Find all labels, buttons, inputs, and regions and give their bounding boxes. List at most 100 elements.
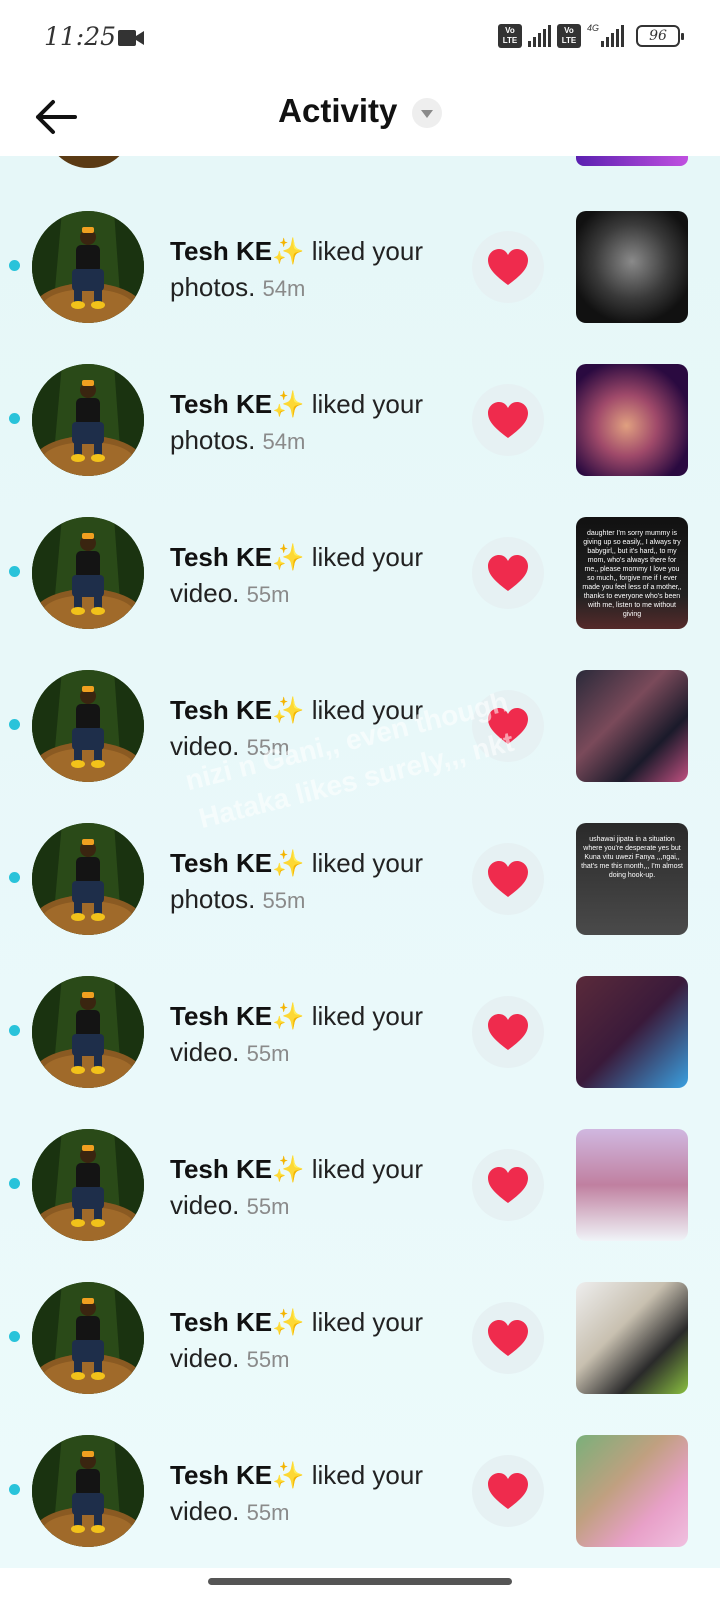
unread-dot [9,260,20,271]
avatar[interactable] [32,670,144,782]
avatar[interactable] [32,364,144,476]
action-text: liked your [311,236,423,266]
object-text: video. [170,1190,240,1220]
status-time: 11:25 [44,22,117,51]
post-thumbnail[interactable] [576,1129,688,1241]
timestamp: 55m [246,1347,290,1372]
avatar[interactable] [32,1282,144,1394]
post-thumbnail[interactable] [576,1282,688,1394]
avatar[interactable] [32,517,144,629]
user-name[interactable]: Tesh KE✨ [170,1154,304,1184]
heart-icon [488,555,528,591]
notification-text[interactable]: Tesh KE✨ liked your photos. 55m [170,845,460,919]
unread-dot [9,1331,20,1342]
object-text: video. [170,578,240,608]
action-text: liked your [311,1154,423,1184]
volte-icon-2: Vo LTE [556,24,581,48]
user-name[interactable]: Tesh KE✨ [170,1001,304,1031]
notification-row[interactable]: Tesh KE✨ liked your video. 55m daughter I'… [0,517,720,670]
notification-text[interactable]: Tesh KE✨ liked your video. 55m [170,1457,460,1531]
timestamp: 55m [246,1041,290,1066]
thumbnail-caption: ushawai jipata in a situation where you'… [581,836,683,879]
avatar[interactable] [32,1435,144,1547]
timestamp: 55m [246,1500,290,1525]
user-name[interactable]: Tesh KE✨ [170,389,304,419]
like-button[interactable] [472,1302,544,1374]
like-button[interactable] [472,843,544,915]
post-thumbnail[interactable]: daughter I'm sorry mummy is giving up so… [576,517,688,629]
object-text: photos. [170,425,256,455]
avatar[interactable] [32,823,144,935]
network-type: 4G [586,23,599,33]
object-text: photos. [170,272,256,302]
notification-text[interactable]: Tesh KE✨ liked your video. 55m [170,692,460,766]
unread-dot [9,719,20,730]
post-thumbnail[interactable] [576,156,688,166]
notification-text[interactable]: Tesh KE✨ liked your video. 55m [170,1304,460,1378]
notification-row[interactable]: Tesh KE✨ liked your photos. 54m [0,364,720,517]
notification-text[interactable]: Tesh KE✨ liked your video. 55m [170,998,460,1072]
user-name[interactable]: Tesh KE✨ [170,542,304,572]
like-button[interactable] [472,996,544,1068]
like-button[interactable] [472,537,544,609]
post-thumbnail[interactable]: ushawai jipata in a situation where you'… [576,823,688,935]
battery-icon: 96 [636,25,684,47]
notification-text[interactable]: Tesh KE✨ liked your photos. 54m [170,233,460,307]
volte-icon: Vo LTE [497,24,522,48]
action-text: liked your [311,542,423,572]
timestamp: 54m [262,276,306,301]
user-name[interactable]: Tesh KE✨ [170,695,304,725]
status-bar: 11:25 Vo LTE Vo LTE 4G 96 [0,0,720,78]
unread-dot [9,566,20,577]
avatar[interactable] [32,1129,144,1241]
title-dropdown-button[interactable] [411,98,442,128]
home-indicator[interactable] [208,1578,512,1585]
action-text: liked your [311,1460,423,1490]
avatar[interactable] [46,156,132,168]
notification-row[interactable]: Tesh KE✨ liked your photos. 55m ushawai ji… [0,823,720,976]
user-name[interactable]: Tesh KE✨ [170,1307,304,1337]
user-name[interactable]: Tesh KE✨ [170,236,304,266]
timestamp: 55m [246,1194,290,1219]
action-text: liked your [311,389,423,419]
post-thumbnail[interactable] [576,1435,688,1547]
object-text: video. [170,1037,240,1067]
notification-text[interactable]: Tesh KE✨ liked your video. 55m [170,1151,460,1225]
notification-row[interactable]: Tesh KE✨ liked your photos. 54m [0,211,720,364]
post-thumbnail[interactable] [576,211,688,323]
notification-text[interactable]: Tesh KE✨ liked your photos. 54m [170,386,460,460]
heart-icon [488,708,528,744]
unread-dot [9,872,20,883]
notification-row[interactable]: Tesh KE✨ liked your video. 55m [0,1282,720,1435]
heart-icon [488,1473,528,1509]
notification-row[interactable]: Tesh KE✨ liked your video. 55m [0,976,720,1129]
timestamp: 55m [262,888,306,913]
like-button[interactable] [472,690,544,762]
unread-dot [9,1484,20,1495]
post-thumbnail[interactable] [576,670,688,782]
timestamp: 54m [262,429,306,454]
action-text: liked your [311,695,423,725]
unread-dot [9,413,20,424]
unread-dot [9,1025,20,1036]
thumbnail-caption: daughter I'm sorry mummy is giving up so… [582,530,682,618]
notification-row[interactable]: Tesh KE✨ liked your video. 55m [0,670,720,823]
post-thumbnail[interactable] [576,976,688,1088]
heart-icon [488,1320,528,1356]
avatar[interactable] [32,976,144,1088]
user-name[interactable]: Tesh KE✨ [170,1460,304,1490]
notification-row[interactable]: Tesh KE✨ liked your video. 55m [0,1435,720,1588]
like-button[interactable] [472,231,544,303]
user-name[interactable]: Tesh KE✨ [170,848,304,878]
notification-text[interactable]: Tesh KE✨ liked your video. 55m [170,539,460,613]
like-button[interactable] [472,1455,544,1527]
like-button[interactable] [472,1149,544,1221]
notification-row[interactable]: Tesh KE✨ liked your video. 55m [0,1129,720,1282]
post-thumbnail[interactable] [576,364,688,476]
navigation-bar [0,1568,720,1600]
heart-icon [488,1167,528,1203]
header: Activity [0,78,720,156]
signal-strength-icon [527,25,551,47]
avatar[interactable] [32,211,144,323]
like-button[interactable] [472,384,544,456]
